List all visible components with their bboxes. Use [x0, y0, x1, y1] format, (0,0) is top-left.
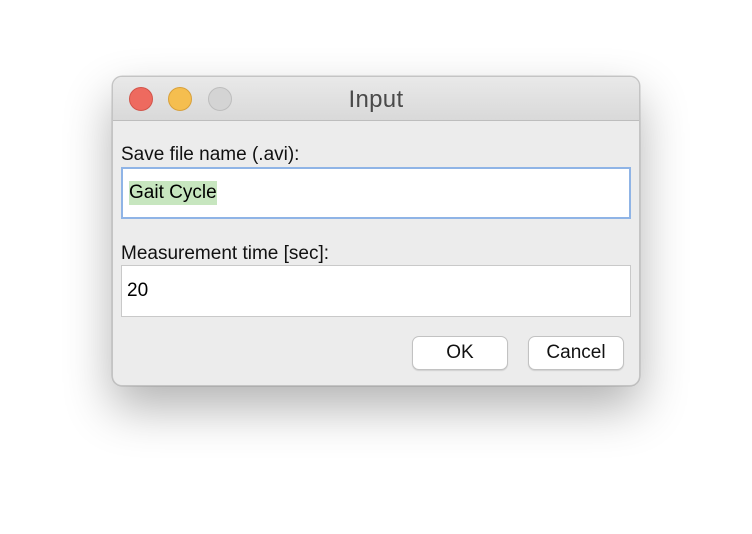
filename-field[interactable]: Gait Cycle — [121, 167, 631, 219]
title-bar[interactable]: Input — [113, 77, 639, 121]
measurement-time-field[interactable]: 20 — [121, 265, 631, 317]
window-title: Input — [348, 86, 404, 113]
input-dialog: Input Save file name (.avi): Gait Cycle … — [112, 76, 640, 386]
measurement-time-label: Measurement time [sec]: — [121, 243, 330, 264]
cancel-button[interactable]: Cancel — [528, 336, 624, 370]
filename-value: Gait Cycle — [129, 181, 217, 205]
filename-label: Save file name (.avi): — [121, 144, 300, 165]
desktop-background: Input Save file name (.avi): Gait Cycle … — [0, 0, 752, 534]
measurement-time-value: 20 — [127, 280, 149, 301]
ok-button[interactable]: OK — [412, 336, 508, 370]
